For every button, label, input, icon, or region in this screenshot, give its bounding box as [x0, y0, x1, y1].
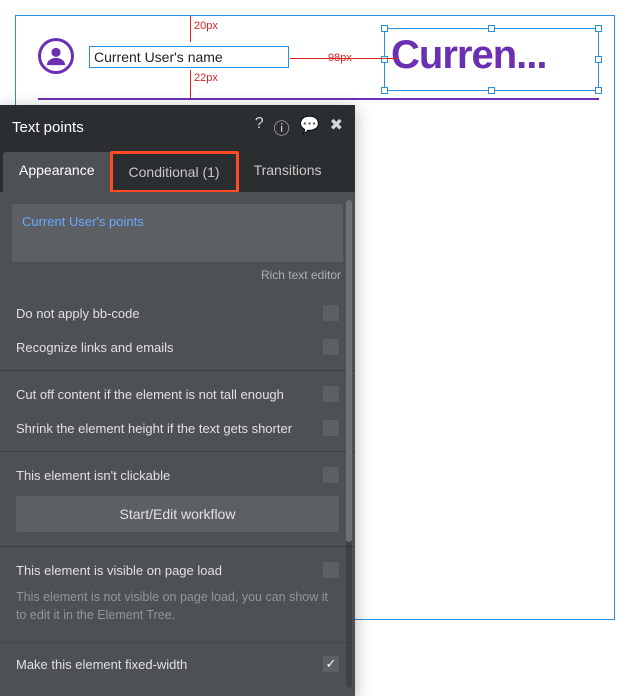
tab-appearance[interactable]: Appearance: [3, 152, 111, 192]
row-cutoff: Cut off content if the element is not ta…: [12, 377, 343, 411]
visible-help: This element is not visible on page load…: [12, 587, 343, 638]
panel-header[interactable]: Text points ? ⓘ 💬 ✖: [0, 105, 355, 149]
expression-editor[interactable]: Current User's points: [12, 204, 343, 262]
checkbox-links[interactable]: [323, 339, 339, 355]
property-editor: Text points ? ⓘ 💬 ✖ Appearance Condition…: [0, 105, 355, 696]
measurement-label: 98px: [328, 52, 352, 64]
panel-title: Text points: [12, 119, 84, 136]
row-clickable: This element isn't clickable: [12, 458, 343, 492]
row-visible: This element is visible on page load: [12, 553, 343, 587]
checkbox-visible[interactable]: [323, 562, 339, 578]
resize-handle[interactable]: [381, 56, 388, 63]
label: Do not apply bb-code: [16, 306, 140, 321]
avatar-icon: [38, 38, 74, 74]
info-icon[interactable]: ⓘ: [274, 115, 290, 139]
row-links: Recognize links and emails: [12, 330, 343, 364]
resize-handle[interactable]: [595, 25, 602, 32]
resize-handle[interactable]: [595, 56, 602, 63]
comment-icon[interactable]: 💬: [300, 115, 320, 139]
label: This element is visible on page load: [16, 563, 222, 578]
rich-text-link[interactable]: Rich text editor: [12, 268, 341, 282]
points-text-element[interactable]: Curren...: [384, 28, 599, 91]
checkbox-cutoff[interactable]: [323, 386, 339, 402]
panel-body: Current User's points Rich text editor D…: [0, 192, 355, 696]
checkbox-shrink[interactable]: [323, 420, 339, 436]
checkbox-fixed[interactable]: [323, 656, 339, 672]
expression-text: Current User's points: [22, 214, 144, 229]
tab-bar: Appearance Conditional (1) Transitions: [0, 149, 355, 192]
label: Recognize links and emails: [16, 340, 174, 355]
section-divider: [0, 451, 355, 452]
divider-line: [38, 98, 599, 100]
workflow-button[interactable]: Start/Edit workflow: [16, 496, 339, 532]
section-divider: [0, 370, 355, 371]
scrollbar[interactable]: [346, 200, 352, 688]
label: Cut off content if the element is not ta…: [16, 387, 284, 402]
checkbox-bbcode[interactable]: [323, 305, 339, 321]
label: Shrink the element height if the text ge…: [16, 421, 292, 436]
resize-handle[interactable]: [381, 25, 388, 32]
measurement-label: 22px: [194, 72, 218, 84]
checkbox-clickable[interactable]: [323, 467, 339, 483]
section-divider: [0, 546, 355, 547]
username-text-element[interactable]: Current User's name: [89, 46, 289, 68]
tab-transitions[interactable]: Transitions: [238, 152, 338, 192]
points-text-content: Curren...: [391, 33, 546, 77]
resize-handle[interactable]: [488, 25, 495, 32]
label: Make this element fixed-width: [16, 657, 187, 672]
row-fixed: Make this element fixed-width: [12, 647, 343, 681]
resize-handle[interactable]: [595, 87, 602, 94]
resize-handle[interactable]: [488, 87, 495, 94]
label: This element isn't clickable: [16, 468, 170, 483]
resize-handle[interactable]: [381, 87, 388, 94]
measurement-label: 20px: [194, 20, 218, 32]
help-icon[interactable]: ?: [255, 115, 264, 139]
sub-divider: [0, 642, 355, 643]
tab-conditional[interactable]: Conditional (1): [110, 151, 239, 193]
close-icon[interactable]: ✖: [330, 115, 343, 139]
row-shrink: Shrink the element height if the text ge…: [12, 411, 343, 445]
row-bbcode: Do not apply bb-code: [12, 296, 343, 330]
